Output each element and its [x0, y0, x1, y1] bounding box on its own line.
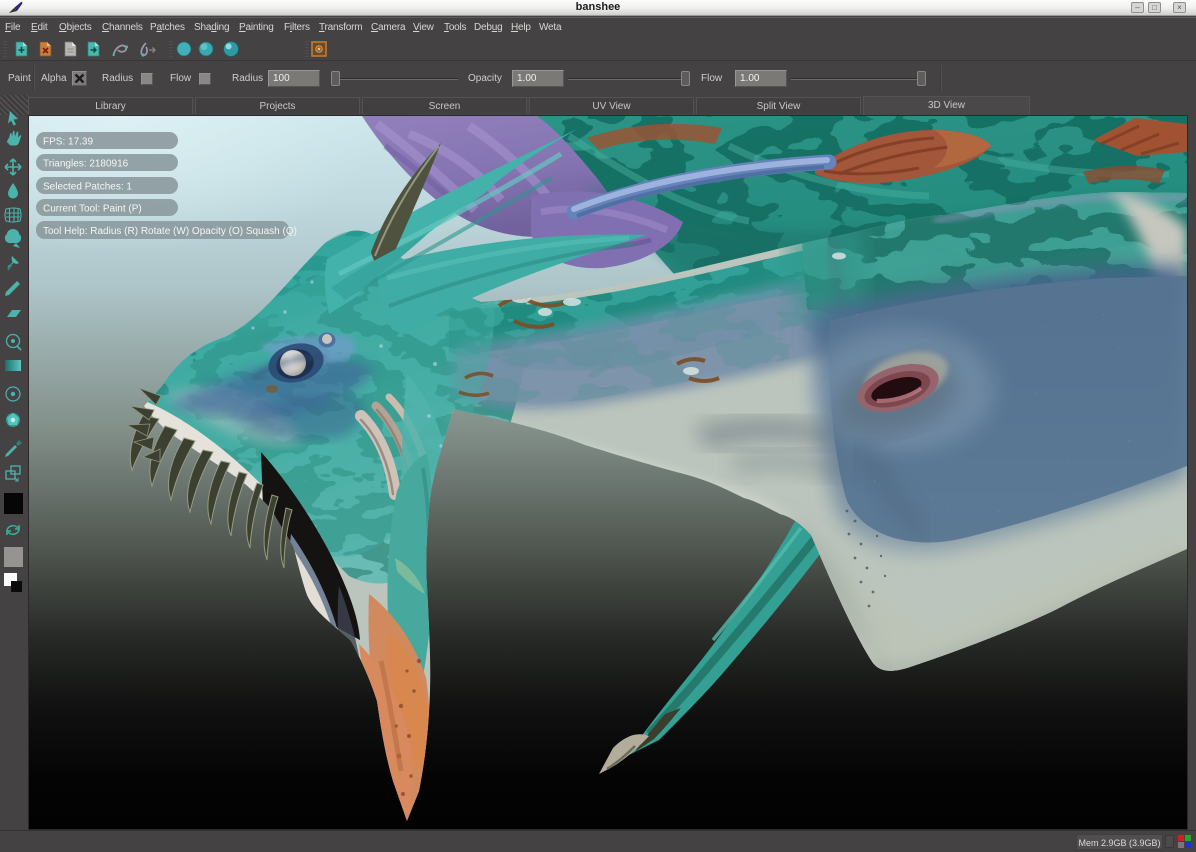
svg-text:Selected Patches: 1: Selected Patches: 1 [43, 182, 132, 193]
svg-text:Triangles: 2180916: Triangles: 2180916 [43, 159, 129, 170]
svg-text:FPS: 17.39: FPS: 17.39 [43, 137, 93, 148]
svg-text:Tool Help: Radius (R) Rotat: Tool Help: Radius (R) Rotate (W) Opacity… [43, 226, 297, 237]
svg-text:Current Tool: Paint (P): Current Tool: Paint (P) [43, 204, 142, 215]
